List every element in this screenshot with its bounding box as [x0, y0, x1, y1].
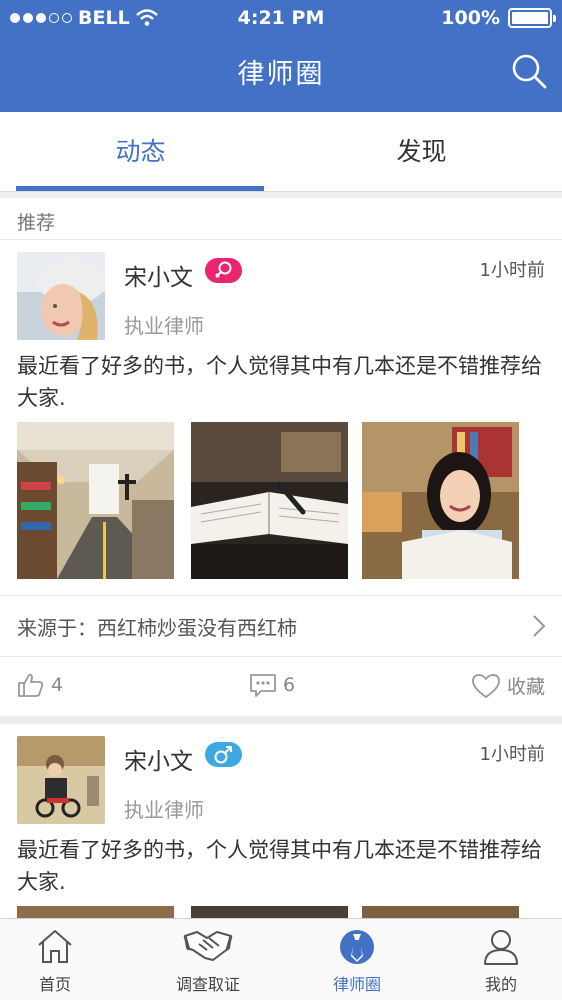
author-name[interactable]: 宋小文	[124, 742, 193, 776]
status-bar: BELL 4:21 PM 100%	[0, 0, 562, 36]
battery-icon	[508, 8, 556, 28]
gender-badge	[205, 742, 242, 767]
active-tab-indicator	[16, 186, 264, 191]
tabbar-label: 我的	[484, 975, 517, 994]
post-card[interactable]: 宋小文 执业律师 1小时前 最近看了好多的书，个人觉得其中有几本还是不错推荐给大…	[0, 240, 562, 716]
chevron-right-icon	[533, 615, 546, 637]
comment-button[interactable]: 6	[249, 672, 295, 698]
post-source[interactable]: 来源于：西红柿炒蛋没有西红柿	[0, 595, 562, 657]
tabbar-item-lawyer-circle[interactable]: 律师圈	[287, 919, 427, 1000]
comment-icon	[250, 674, 276, 697]
favorite-label: 收藏	[506, 676, 545, 698]
tabbar-item-mine[interactable]: 我的	[431, 919, 562, 1000]
handshake-icon	[183, 931, 233, 961]
tab-discover[interactable]: 发现	[281, 112, 562, 192]
author-role: 执业律师	[124, 314, 204, 338]
photo-library[interactable]	[17, 422, 174, 579]
tabbar-item-investigation[interactable]: 调查取证	[138, 919, 278, 1000]
tabbar-label: 首页	[38, 975, 71, 994]
heart-icon	[472, 673, 500, 698]
post-photos	[17, 422, 551, 579]
tabbar-label: 律师圈	[332, 975, 381, 994]
section-label: 推荐	[0, 198, 562, 240]
nav-header: BELL 4:21 PM 100% 律师圈	[0, 0, 562, 112]
male-icon	[214, 746, 232, 764]
tab-dynamic[interactable]: 动态	[0, 112, 281, 192]
person-icon	[484, 930, 518, 965]
battery-status: 100%	[441, 7, 556, 29]
segment-tabs: 动态 发现	[0, 112, 562, 192]
like-count: 4	[51, 674, 64, 696]
tabbar-item-home[interactable]: 首页	[0, 919, 125, 1000]
comment-count: 6	[283, 674, 296, 696]
avatar[interactable]	[17, 252, 105, 340]
source-text: 来源于：西红柿炒蛋没有西红柿	[17, 616, 297, 640]
battery-percent: 100%	[441, 7, 500, 29]
post-time: 1小时前	[479, 744, 545, 765]
thumb-up-icon	[18, 673, 44, 697]
author-name[interactable]: 宋小文	[124, 258, 193, 292]
tabbar-label: 调查取证	[175, 975, 240, 994]
like-button[interactable]: 4	[17, 672, 63, 698]
author-role: 执业律师	[124, 798, 204, 822]
post-actions: 4 6 收藏	[0, 658, 562, 716]
photo-open-book[interactable]	[191, 422, 348, 579]
photo-reading-girl[interactable]	[362, 422, 519, 579]
post-content: 最近看了好多的书，个人觉得其中有几本还是不错推荐给大家.	[17, 838, 542, 894]
post-time: 1小时前	[479, 260, 545, 281]
bottom-tab-bar: 首页 调查取证 律师圈 我的	[0, 918, 562, 1000]
search-icon[interactable]	[510, 52, 548, 90]
page-title: 律师圈	[237, 59, 325, 90]
avatar[interactable]	[17, 736, 105, 824]
post-content: 最近看了好多的书，个人觉得其中有几本还是不错推荐给大家.	[17, 354, 542, 410]
female-icon	[215, 261, 232, 278]
favorite-button[interactable]: 收藏	[471, 672, 545, 699]
gender-badge	[205, 258, 242, 283]
home-icon	[38, 930, 72, 963]
lawyer-tie-icon	[340, 930, 374, 964]
